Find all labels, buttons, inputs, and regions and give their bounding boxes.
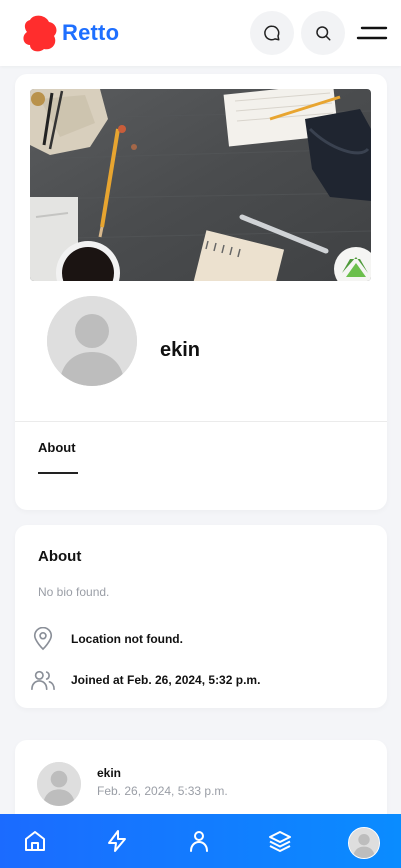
joined-text: Joined at Feb. 26, 2024, 5:32 p.m. <box>71 673 261 687</box>
chat-button[interactable] <box>250 11 294 55</box>
brand-name[interactable]: Retto <box>62 20 119 46</box>
home-icon <box>25 831 45 851</box>
location-pin-icon <box>30 626 56 652</box>
user-icon <box>190 831 208 852</box>
nav-avatar[interactable] <box>348 827 380 859</box>
divider <box>15 421 387 422</box>
top-bar: Retto <box>0 0 401 66</box>
profile-card: ekin About <box>15 74 387 510</box>
profile-avatar[interactable] <box>47 296 137 386</box>
post-avatar[interactable] <box>37 762 81 806</box>
search-button[interactable] <box>301 11 345 55</box>
location-text: Location not found. <box>71 632 183 646</box>
nav-profile[interactable] <box>184 826 214 856</box>
logo-icon[interactable] <box>22 14 58 52</box>
search-icon <box>316 26 331 41</box>
users-icon <box>30 667 56 693</box>
nav-activity[interactable] <box>102 826 132 856</box>
bio-text: No bio found. <box>38 585 110 599</box>
nav-layers[interactable] <box>265 826 295 856</box>
post-date: Feb. 26, 2024, 5:33 p.m. <box>97 784 228 798</box>
about-card: About No bio found. Location not found. … <box>15 525 387 708</box>
profile-username: ekin <box>160 339 201 361</box>
cover-image <box>30 89 371 281</box>
joined-row: Joined at Feb. 26, 2024, 5:32 p.m. <box>30 667 260 693</box>
bottom-nav <box>0 814 401 868</box>
layers-icon <box>269 831 291 852</box>
nav-home[interactable] <box>20 826 50 856</box>
tab-about[interactable]: About <box>38 440 76 455</box>
tab-active-indicator <box>38 472 78 474</box>
location-row: Location not found. <box>30 626 183 652</box>
about-title: About <box>38 548 82 565</box>
bolt-icon <box>108 830 126 852</box>
chat-icon <box>264 25 280 41</box>
menu-icon[interactable] <box>356 24 388 44</box>
post-author[interactable]: ekin <box>97 766 121 780</box>
